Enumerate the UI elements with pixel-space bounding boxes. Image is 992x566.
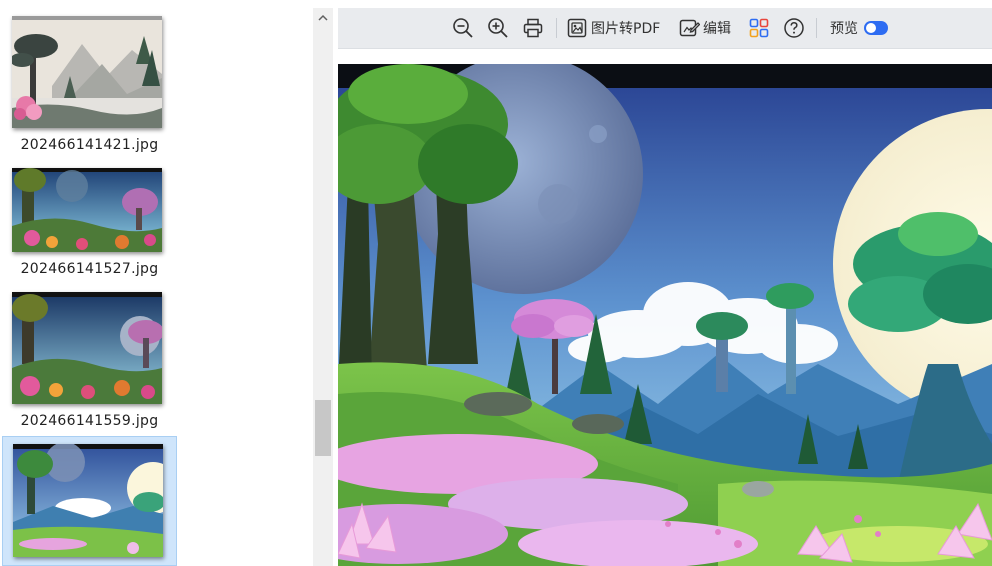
edit-icon [679, 19, 700, 37]
preview-image [338, 64, 992, 566]
preview-toggle[interactable] [864, 21, 888, 35]
zoom-in-icon [488, 18, 508, 38]
thumbnail-image[interactable] [12, 292, 162, 404]
toggle-knob [866, 23, 876, 33]
print-button[interactable] [522, 16, 544, 40]
thumbnail-item[interactable]: 202466141421.jpg [2, 14, 177, 164]
image-preview-area[interactable] [338, 64, 992, 566]
zoom-out-button[interactable] [452, 16, 474, 40]
thumbnail-item[interactable]: 202466141527.jpg [2, 164, 177, 284]
thumbnail-item[interactable]: 202466141559.jpg [2, 284, 177, 434]
edit-button[interactable]: 编辑 [678, 16, 731, 40]
toolbar-divider [556, 18, 557, 38]
grid-icon [749, 18, 769, 38]
scroll-up-button[interactable] [313, 8, 333, 28]
toolbar-divider [816, 18, 817, 38]
sidebar-scrollbar[interactable] [313, 8, 333, 566]
thumbnail-sidebar: 202466141421.jpg 202466141527.jpg 202466… [0, 0, 312, 566]
edit-label: 编辑 [703, 21, 731, 37]
thumbnail-caption: 202466141421.jpg [20, 137, 159, 153]
thumbnail-item-selected[interactable] [2, 436, 177, 566]
preview-toggle-button[interactable]: 预览 [830, 16, 888, 40]
image-to-pdf-button[interactable]: 图片转PDF [566, 16, 660, 40]
layout-grid-button[interactable] [748, 16, 770, 40]
chevron-up-icon [318, 14, 328, 21]
question-icon [784, 18, 804, 38]
zoom-out-icon [453, 18, 473, 38]
thumbnail-caption: 202466141559.jpg [20, 413, 159, 429]
zoom-in-button[interactable] [487, 16, 509, 40]
printer-icon [523, 18, 543, 38]
image-viewer-window: 202466141421.jpg 202466141527.jpg 202466… [0, 0, 992, 566]
image-to-pdf-label: 图片转PDF [591, 21, 661, 37]
preview-label: 预览 [830, 21, 858, 37]
viewer-toolbar: 图片转PDF 编辑 预览 [338, 8, 992, 49]
thumbnail-image[interactable] [13, 444, 163, 557]
help-button[interactable] [783, 16, 805, 40]
thumbnail-image[interactable] [12, 16, 162, 128]
image-to-pdf-icon [567, 18, 587, 38]
thumbnail-caption: 202466141527.jpg [20, 261, 159, 277]
scrollbar-thumb[interactable] [315, 400, 331, 456]
thumbnail-image[interactable] [12, 168, 162, 252]
